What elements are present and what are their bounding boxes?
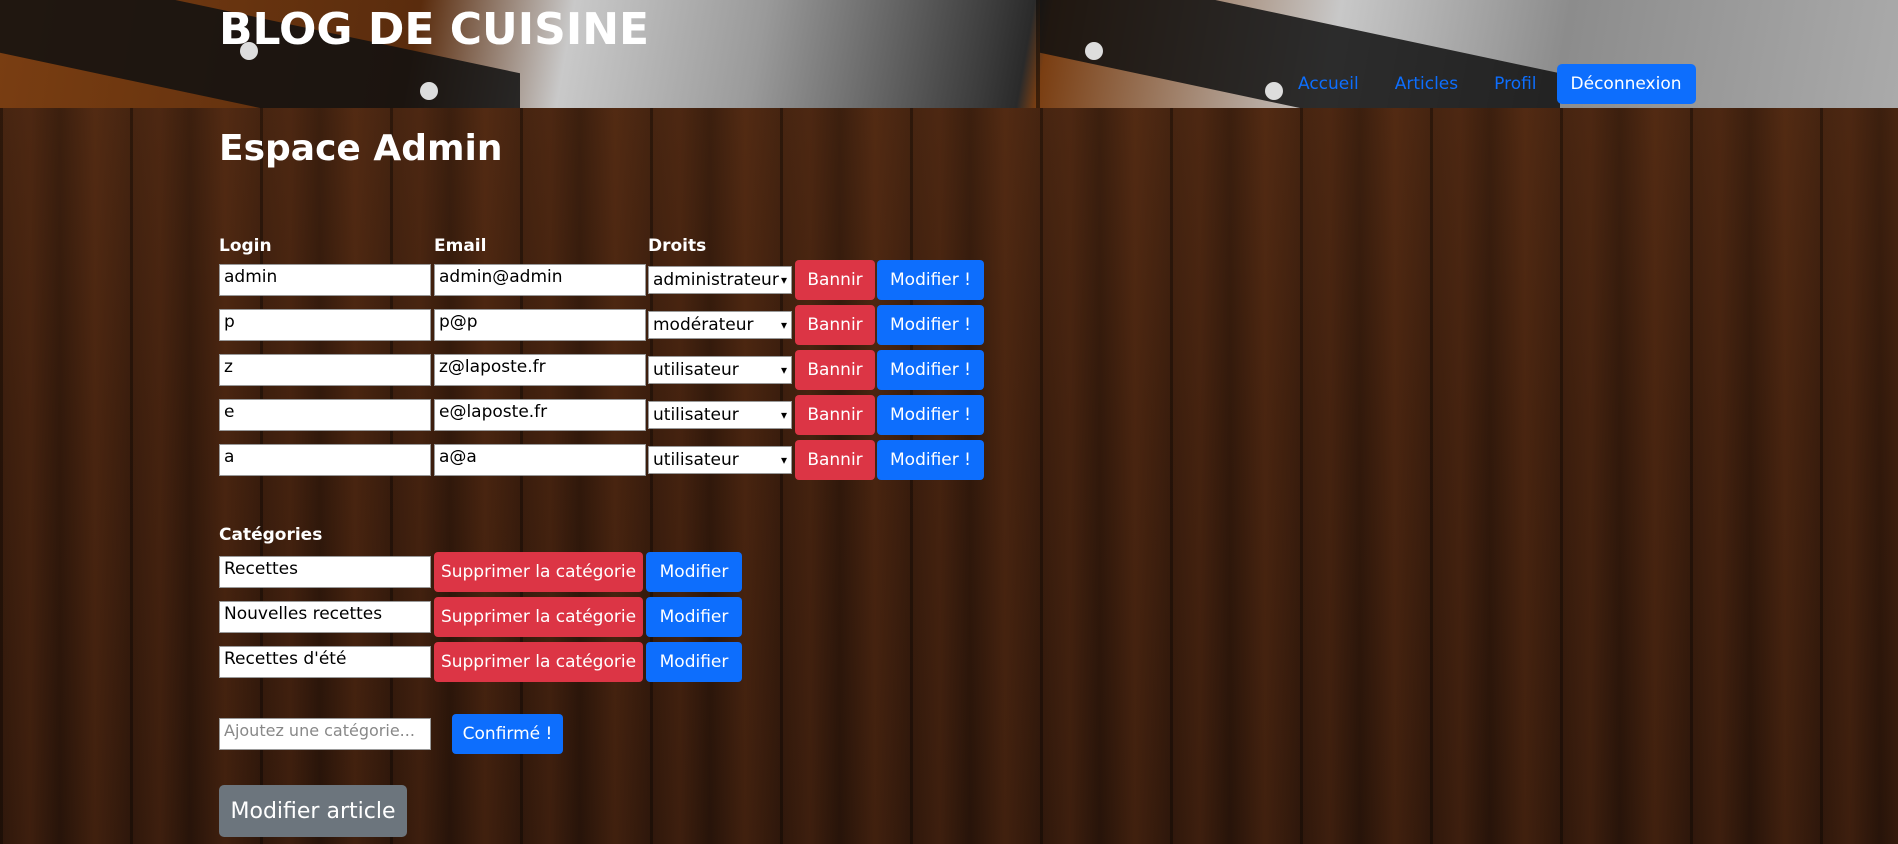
categories-heading: Catégories xyxy=(219,525,323,545)
ban-button[interactable]: Bannir xyxy=(795,350,875,390)
modify-user-button[interactable]: Modifier ! xyxy=(877,350,984,390)
modify-user-button[interactable]: Modifier ! xyxy=(877,395,984,435)
email-input[interactable]: a@a xyxy=(434,444,646,476)
ban-button[interactable]: Bannir xyxy=(795,305,875,345)
login-input[interactable]: e xyxy=(219,399,431,431)
chevron-down-icon: ▾ xyxy=(780,408,787,422)
site-title[interactable]: BLOG DE CUISINE xyxy=(219,4,649,55)
rights-value: administrateur xyxy=(653,270,779,290)
nav-articles[interactable]: Articles xyxy=(1377,64,1476,104)
rights-select[interactable]: administrateur ▾ xyxy=(648,266,792,294)
delete-category-button[interactable]: Supprimer la catégorie xyxy=(434,552,643,592)
rights-select[interactable]: utilisateur ▾ xyxy=(648,356,792,384)
login-input[interactable]: admin xyxy=(219,264,431,296)
chevron-down-icon: ▾ xyxy=(780,453,787,467)
nav-profile[interactable]: Profil xyxy=(1476,64,1554,104)
login-input[interactable]: p xyxy=(219,309,431,341)
delete-category-button[interactable]: Supprimer la catégorie xyxy=(434,642,643,682)
column-header-rights: Droits xyxy=(648,236,707,256)
main-nav: Accueil Articles Profil Déconnexion xyxy=(1280,64,1696,104)
rights-value: utilisateur xyxy=(653,405,739,425)
chevron-down-icon: ▾ xyxy=(780,273,787,287)
login-input[interactable]: a xyxy=(219,444,431,476)
modify-category-button[interactable]: Modifier xyxy=(646,552,742,592)
page-title: Espace Admin xyxy=(219,128,503,169)
rights-select[interactable]: utilisateur ▾ xyxy=(648,446,792,474)
rivet-decoration xyxy=(1085,42,1103,60)
banner-seam xyxy=(1036,0,1040,108)
column-header-login: Login xyxy=(219,236,272,256)
header-banner: BLOG DE CUISINE Accueil Articles Profil … xyxy=(0,0,1898,108)
email-input[interactable]: z@laposte.fr xyxy=(434,354,646,386)
delete-category-button[interactable]: Supprimer la catégorie xyxy=(434,597,643,637)
rivet-decoration xyxy=(420,82,438,100)
category-name-input[interactable]: Recettes d'été xyxy=(219,646,431,678)
email-input[interactable]: admin@admin xyxy=(434,264,646,296)
nav-home[interactable]: Accueil xyxy=(1280,64,1377,104)
rights-value: utilisateur xyxy=(653,450,739,470)
chevron-down-icon: ▾ xyxy=(780,318,787,332)
chevron-down-icon: ▾ xyxy=(780,363,787,377)
column-header-email: Email xyxy=(434,236,487,256)
rights-select[interactable]: modérateur ▾ xyxy=(648,311,792,339)
modify-user-button[interactable]: Modifier ! xyxy=(877,305,984,345)
add-category-input[interactable]: Ajoutez une catégorie... xyxy=(219,718,431,750)
rights-value: utilisateur xyxy=(653,360,739,380)
rights-select[interactable]: utilisateur ▾ xyxy=(648,401,792,429)
rights-value: modérateur xyxy=(653,315,754,335)
modify-category-button[interactable]: Modifier xyxy=(646,597,742,637)
email-input[interactable]: p@p xyxy=(434,309,646,341)
logout-button[interactable]: Déconnexion xyxy=(1556,64,1696,104)
category-name-input[interactable]: Nouvelles recettes xyxy=(219,601,431,633)
email-input[interactable]: e@laposte.fr xyxy=(434,399,646,431)
ban-button[interactable]: Bannir xyxy=(795,440,875,480)
login-input[interactable]: z xyxy=(219,354,431,386)
category-name-input[interactable]: Recettes xyxy=(219,556,431,588)
modify-category-button[interactable]: Modifier xyxy=(646,642,742,682)
ban-button[interactable]: Bannir xyxy=(795,395,875,435)
modify-user-button[interactable]: Modifier ! xyxy=(877,440,984,480)
modify-article-button[interactable]: Modifier article xyxy=(219,785,407,837)
confirm-category-button[interactable]: Confirmé ! xyxy=(452,714,563,754)
ban-button[interactable]: Bannir xyxy=(795,260,875,300)
modify-user-button[interactable]: Modifier ! xyxy=(877,260,984,300)
